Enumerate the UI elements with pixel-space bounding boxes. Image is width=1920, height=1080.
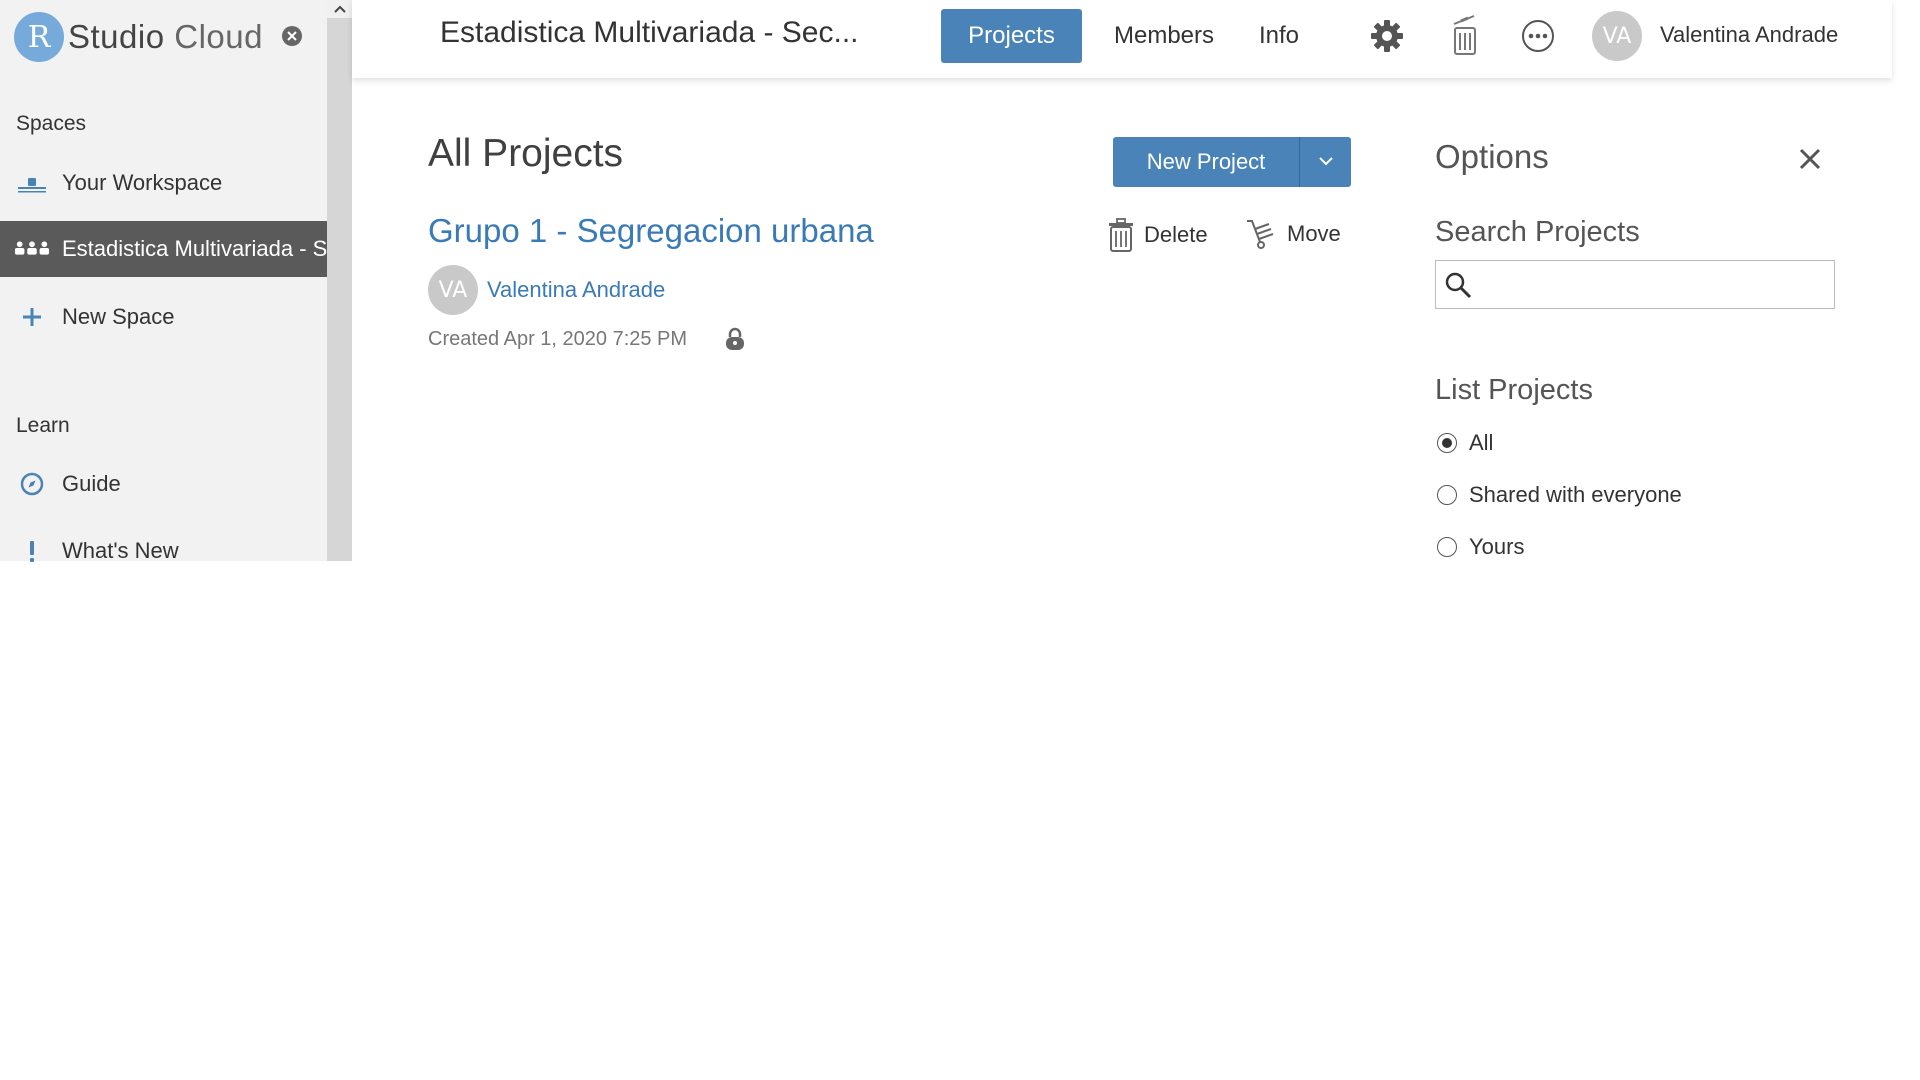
search-projects-input[interactable] <box>1480 265 1828 305</box>
sidebar: R Studio Cloud Spaces Your Workspace Est… <box>0 0 327 563</box>
search-icon <box>1444 271 1472 304</box>
owner-avatar: VA <box>428 265 478 315</box>
logo-name: Studio <box>68 18 165 55</box>
sidebar-scrollbar[interactable] <box>327 0 352 561</box>
radio-option-yours[interactable]: Yours <box>1437 534 1524 560</box>
search-projects-box <box>1435 260 1835 309</box>
tab-info[interactable]: Info <box>1244 9 1314 63</box>
move-label: Move <box>1287 221 1341 246</box>
sidebar-item-estadistica-multivariada[interactable]: Estadistica Multivariada - Sec... <box>0 221 327 277</box>
sidebar-item-your-workspace[interactable]: Your Workspace <box>0 155 327 211</box>
app-logo[interactable]: R Studio Cloud <box>14 12 263 62</box>
logo-suffix: Cloud <box>174 18 263 55</box>
sidebar-item-label: Your Workspace <box>62 170 223 195</box>
hand-truck-icon <box>1245 218 1277 250</box>
compass-icon <box>14 472 50 496</box>
radio-button[interactable] <box>1437 433 1457 453</box>
radio-label: Shared with everyone <box>1469 482 1682 507</box>
radio-selected-dot <box>1442 438 1452 448</box>
close-icon[interactable] <box>1796 145 1824 173</box>
new-project-button-group: New Project <box>1113 137 1351 187</box>
project-created-date: Created Apr 1, 2020 7:25 PM <box>428 328 688 350</box>
radio-button[interactable] <box>1437 537 1457 557</box>
scroll-up-icon[interactable] <box>327 0 352 18</box>
learn-heading: Learn <box>16 414 70 437</box>
radio-button[interactable] <box>1437 485 1457 505</box>
gear-icon[interactable] <box>1367 16 1407 56</box>
user-name[interactable]: Valentina Andrade <box>1660 22 1838 48</box>
sidebar-item-label: New Space <box>62 304 175 329</box>
tab-projects[interactable]: Projects <box>941 9 1082 63</box>
list-projects-heading: List Projects <box>1435 374 1593 406</box>
close-sidebar-icon[interactable] <box>282 26 302 46</box>
group-icon <box>14 239 50 259</box>
delete-label: Delete <box>1144 222 1208 247</box>
new-project-dropdown-button[interactable] <box>1300 137 1351 187</box>
page-title: All Projects <box>428 132 624 175</box>
more-icon[interactable] <box>1518 16 1558 56</box>
radio-option-all[interactable]: All <box>1437 430 1493 456</box>
delete-project-button[interactable]: Delete <box>1108 218 1208 252</box>
top-header: Estadistica Multivariada - Sec... Projec… <box>352 0 1892 78</box>
chevron-down-icon <box>1318 153 1334 171</box>
project-title-link[interactable]: Grupo 1 - Segregacion urbana <box>428 212 874 250</box>
trash-icon[interactable] <box>1445 12 1485 58</box>
options-title: Options <box>1435 138 1549 175</box>
search-projects-heading: Search Projects <box>1435 216 1640 248</box>
lock-icon <box>724 326 746 357</box>
sidebar-item-guide[interactable]: Guide <box>0 456 327 512</box>
new-project-button[interactable]: New Project <box>1113 137 1299 187</box>
sidebar-item-label: What's New <box>62 538 179 563</box>
radio-label: All <box>1469 430 1494 455</box>
sidebar-item-label: Guide <box>62 471 121 496</box>
spaces-heading: Spaces <box>16 112 87 135</box>
tab-members[interactable]: Members <box>1101 9 1227 63</box>
space-title: Estadistica Multivariada - Sec... <box>440 16 859 49</box>
sidebar-item-new-space[interactable]: New Space <box>0 289 327 345</box>
move-project-button[interactable]: Move <box>1245 218 1341 250</box>
exclamation-icon <box>14 539 50 563</box>
workspace-icon <box>14 172 50 194</box>
sidebar-item-whats-new[interactable]: What's New <box>0 523 327 579</box>
sidebar-item-label: Estadistica Multivariada - Sec... <box>62 236 327 261</box>
user-avatar[interactable]: VA <box>1592 11 1642 61</box>
radio-label: Yours <box>1469 534 1525 559</box>
plus-icon <box>14 307 50 327</box>
logo-r-mark: R <box>14 12 64 62</box>
owner-name-link[interactable]: Valentina Andrade <box>487 277 665 303</box>
radio-option-shared[interactable]: Shared with everyone <box>1437 482 1682 508</box>
trash-icon <box>1108 218 1134 252</box>
